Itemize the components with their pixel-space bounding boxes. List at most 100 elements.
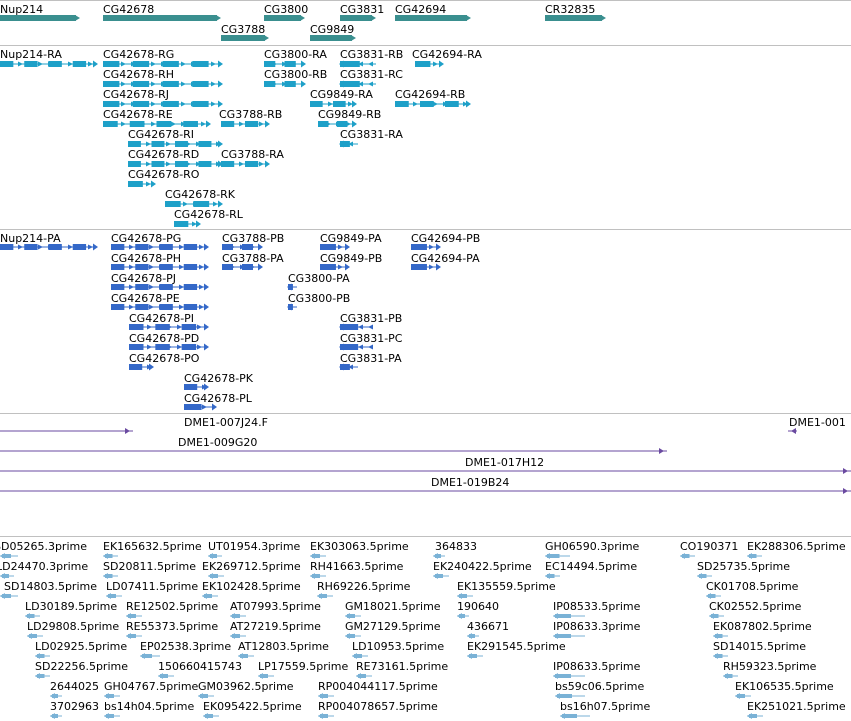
feature-EC14494.5prime[interactable]: EC14494.5prime xyxy=(545,560,637,579)
feature-DME1-007J24.F[interactable]: DME1-007J24.F xyxy=(0,416,268,434)
feature-CG3831-RA[interactable]: CG3831-RA xyxy=(339,128,403,148)
feature-LD10953.5prime[interactable]: LD10953.5prime xyxy=(352,640,444,659)
feature-AT12803.5prime[interactable]: AT12803.5prime xyxy=(238,640,329,659)
feature-Nup214-RA[interactable]: Nup214-RA xyxy=(0,48,98,68)
feature-EK251021.5prime[interactable]: EK251021.5prime xyxy=(747,700,846,719)
feature-DME1-019B24[interactable]: DME1-019B24 xyxy=(0,476,851,494)
feature-CG9849-PA[interactable]: CG9849-PA xyxy=(320,232,382,251)
feature-CG3788-RB[interactable]: CG3788-RB xyxy=(219,108,282,128)
feature-CK01708.5prime[interactable]: CK01708.5prime xyxy=(706,580,799,599)
feature-CG3831-RC[interactable]: CG3831-RC xyxy=(339,68,403,88)
feature-CG42678-RE[interactable]: CG42678-RE xyxy=(103,108,211,128)
feature-CG3800-PA[interactable]: CG3800-PA xyxy=(287,272,350,291)
feature-CO190371[interactable]: CO190371 xyxy=(680,540,738,559)
feature-CG42694-PB[interactable]: CG42694-PB xyxy=(411,232,480,251)
feature-GM27129.5prime[interactable]: GM27129.5prime xyxy=(345,620,441,639)
feature-DME1-001[interactable]: DME1-001 xyxy=(788,416,846,434)
feature-CG42678-PJ[interactable]: CG42678-PJ xyxy=(111,272,209,291)
feature-SD22256.5prime[interactable]: SD22256.5prime xyxy=(35,660,128,679)
feature-CG42694-RA[interactable]: CG42694-RA xyxy=(412,48,482,68)
feature-CG3831-RB[interactable]: CG3831-RB xyxy=(339,48,403,68)
feature-CG9849-RB[interactable]: CG9849-RB xyxy=(318,108,381,128)
feature-CG3800-RB[interactable]: CG3800-RB xyxy=(264,68,327,88)
feature-SD14015.5prime[interactable]: SD14015.5prime xyxy=(713,640,806,659)
feature-AT27219.5prime[interactable]: AT27219.5prime xyxy=(230,620,321,639)
feature-CG42678-PL[interactable]: CG42678-PL xyxy=(184,392,253,411)
feature-150660415743[interactable]: 150660415743 xyxy=(158,660,242,679)
feature-EK087802.5prime[interactable]: EK087802.5prime xyxy=(713,620,812,639)
feature-GM03962.5prime[interactable]: GM03962.5prime xyxy=(198,680,294,699)
feature-Nup214-PA[interactable]: Nup214-PA xyxy=(0,232,98,251)
feature-CG42694-PA[interactable]: CG42694-PA xyxy=(411,252,480,271)
feature-CG42678[interactable]: CG42678 xyxy=(103,3,221,21)
feature-LD07411.5prime[interactable]: LD07411.5prime xyxy=(106,580,198,599)
feature-RE55373.5prime[interactable]: RE55373.5prime xyxy=(126,620,218,639)
feature-CG42678-RD[interactable]: CG42678-RD xyxy=(128,148,223,168)
feature-EK288306.5prime[interactable]: EK288306.5prime xyxy=(747,540,846,559)
feature-GH04767.5prime[interactable]: GH04767.5prime xyxy=(104,680,199,699)
feature-RP004044117.5prime[interactable]: RP004044117.5prime xyxy=(318,680,438,699)
feature-bs16h07.5prime[interactable]: bs16h07.5prime xyxy=(560,700,650,719)
feature-EK106535.5prime[interactable]: EK106535.5prime xyxy=(735,680,834,699)
feature-LP17559.5prime[interactable]: LP17559.5prime xyxy=(258,660,349,679)
feature-LD24470.3prime[interactable]: LD24470.3prime xyxy=(0,560,88,579)
feature-CG3831-PA[interactable]: CG3831-PA xyxy=(339,352,402,371)
feature-RE12502.5prime[interactable]: RE12502.5prime xyxy=(126,600,218,619)
feature-CG3831-PB[interactable]: CG3831-PB xyxy=(339,312,402,331)
feature-RH69226.5prime[interactable]: RH69226.5prime xyxy=(317,580,411,599)
feature-CG3831-PC[interactable]: CG3831-PC xyxy=(339,332,403,351)
feature-CG42678-PI[interactable]: CG42678-PI xyxy=(129,312,209,331)
feature-CG9849-RA[interactable]: CG9849-RA xyxy=(310,88,373,108)
feature-EK291545.5prime[interactable]: EK291545.5prime xyxy=(467,640,566,659)
feature-3702963[interactable]: 3702963 xyxy=(50,700,99,719)
feature-bs14h04.5prime[interactable]: bs14h04.5prime xyxy=(104,700,194,719)
feature-EK102428.5prime[interactable]: EK102428.5prime xyxy=(202,580,301,599)
feature-CK02552.5prime[interactable]: CK02552.5prime xyxy=(709,600,802,619)
feature-SD05265.3prime[interactable]: SD05265.3prime xyxy=(0,540,87,559)
feature-CG9849-PB[interactable]: CG9849-PB xyxy=(320,252,382,271)
feature-364833[interactable]: 364833 xyxy=(433,540,477,559)
feature-EK240422.5prime[interactable]: EK240422.5prime xyxy=(433,560,532,579)
feature-EP02538.3prime[interactable]: EP02538.3prime xyxy=(140,640,231,659)
feature-CG3788-PA[interactable]: CG3788-PA xyxy=(222,252,284,271)
feature-CG42678-RK[interactable]: CG42678-RK xyxy=(165,188,236,208)
feature-IP08533.5prime[interactable]: IP08533.5prime xyxy=(553,600,641,619)
feature-IP08633.5prime[interactable]: IP08633.5prime xyxy=(553,660,641,679)
feature-CG42694[interactable]: CG42694 xyxy=(395,3,471,21)
feature-EK303063.5prime[interactable]: EK303063.5prime xyxy=(310,540,409,559)
feature-CG42694-RB[interactable]: CG42694-RB xyxy=(395,88,471,108)
feature-SD25735.5prime[interactable]: SD25735.5prime xyxy=(697,560,790,579)
feature-CG42678-RO[interactable]: CG42678-RO xyxy=(128,168,200,188)
feature-bs59c06.5prime[interactable]: bs59c06.5prime xyxy=(555,680,645,699)
feature-CG42678-PO[interactable]: CG42678-PO xyxy=(129,352,200,371)
feature-CG3800[interactable]: CG3800 xyxy=(264,3,308,21)
feature-CG42678-PK[interactable]: CG42678-PK xyxy=(184,372,254,391)
feature-CG42678-RG[interactable]: CG42678-RG xyxy=(103,48,223,68)
feature-CG42678-RH[interactable]: CG42678-RH xyxy=(103,68,223,88)
feature-190640[interactable]: 190640 xyxy=(457,600,499,619)
feature-EK135559.5prime[interactable]: EK135559.5prime xyxy=(457,580,556,599)
feature-RH59323.5prime[interactable]: RH59323.5prime xyxy=(723,660,817,679)
feature-EK095422.5prime[interactable]: EK095422.5prime xyxy=(203,700,302,719)
feature-RH41663.5prime[interactable]: RH41663.5prime xyxy=(310,560,404,579)
feature-CG42678-PG[interactable]: CG42678-PG xyxy=(111,232,209,251)
feature-LD30189.5prime[interactable]: LD30189.5prime xyxy=(25,600,117,619)
feature-CG3831[interactable]: CG3831 xyxy=(340,3,384,21)
feature-CG42678-PH[interactable]: CG42678-PH xyxy=(111,252,209,271)
feature-CG42678-RL[interactable]: CG42678-RL xyxy=(174,208,244,228)
feature-LD02925.5prime[interactable]: LD02925.5prime xyxy=(35,640,127,659)
feature-IP08633.3prime[interactable]: IP08633.3prime xyxy=(553,620,641,639)
feature-2644025[interactable]: 2644025 xyxy=(50,680,99,699)
feature-CG3788-PB[interactable]: CG3788-PB xyxy=(222,232,284,251)
feature-CG3788[interactable]: CG3788 xyxy=(221,23,269,41)
feature-UT01954.3prime[interactable]: UT01954.3prime xyxy=(208,540,301,559)
feature-DME1-017H12[interactable]: DME1-017H12 xyxy=(0,456,851,474)
feature-DME1-009G20[interactable]: DME1-009G20 xyxy=(0,436,667,454)
feature-Nup214[interactable]: Nup214 xyxy=(0,3,80,21)
feature-CG42678-PD[interactable]: CG42678-PD xyxy=(129,332,209,351)
feature-CG3800-PB[interactable]: CG3800-PB xyxy=(287,292,350,311)
feature-CG42678-RJ[interactable]: CG42678-RJ xyxy=(103,88,223,108)
feature-SD20811.5prime[interactable]: SD20811.5prime xyxy=(103,560,196,579)
feature-SD14803.5prime[interactable]: SD14803.5prime xyxy=(0,580,97,599)
feature-RP004078657.5prime[interactable]: RP004078657.5prime xyxy=(318,700,438,719)
